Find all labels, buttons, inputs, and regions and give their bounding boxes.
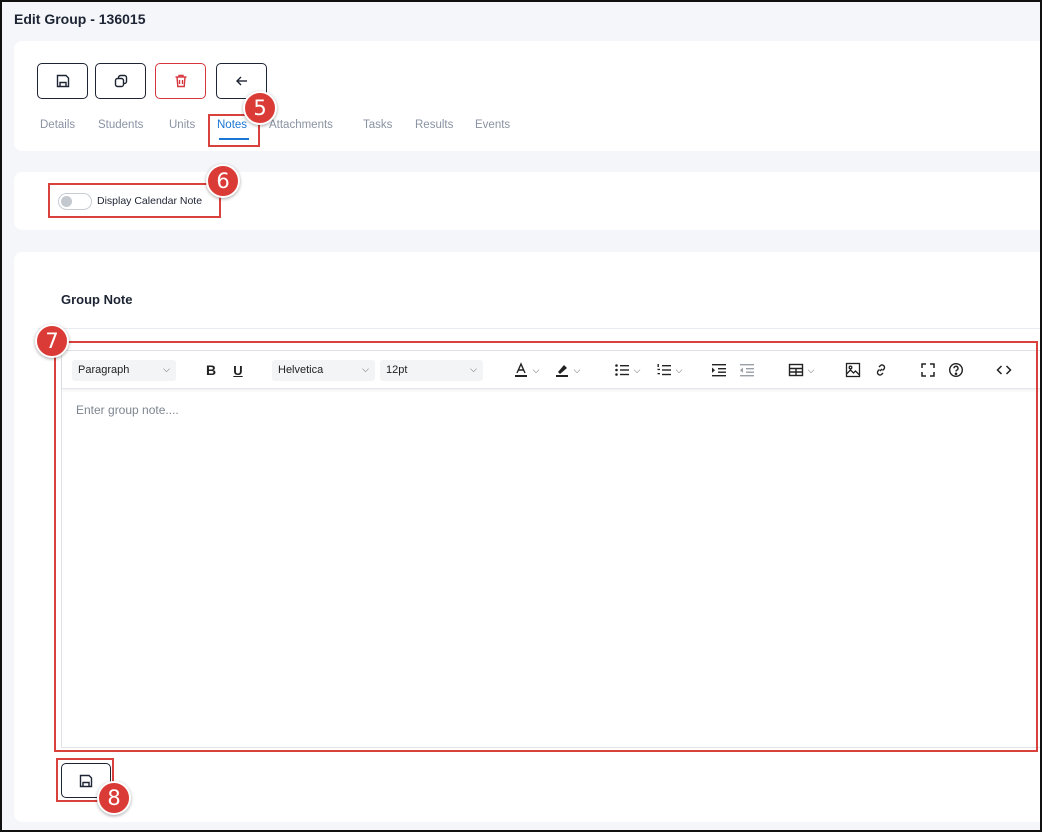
image-icon xyxy=(845,362,861,378)
tab-tasks[interactable]: Tasks xyxy=(363,119,392,131)
indent-button[interactable] xyxy=(710,360,728,380)
page-title: Edit Group - 136015 xyxy=(14,11,146,27)
callout-badge-7: 7 xyxy=(35,324,69,358)
save-button[interactable] xyxy=(37,63,88,99)
font-size-value: 12pt xyxy=(386,364,408,376)
highlight-color-button[interactable]: ⌵ xyxy=(549,360,585,380)
copy-button[interactable] xyxy=(95,63,146,99)
bold-button[interactable]: B xyxy=(202,360,220,380)
group-note-title: Group Note xyxy=(61,292,133,307)
font-size-select[interactable]: 12pt ⌵ xyxy=(380,360,483,381)
bullet-list-icon xyxy=(614,364,629,376)
fullscreen-icon xyxy=(921,363,935,377)
fullscreen-button[interactable] xyxy=(919,360,937,380)
chevron-down-icon: ⌵ xyxy=(163,364,170,374)
section-divider xyxy=(38,328,1042,329)
tab-students[interactable]: Students xyxy=(98,119,143,131)
display-calendar-note-label: Display Calendar Note xyxy=(97,195,203,207)
link-icon xyxy=(876,364,886,376)
numbered-list-icon xyxy=(657,364,671,376)
font-family-value: Helvetica xyxy=(278,364,324,376)
help-icon xyxy=(948,362,964,378)
tab-events[interactable]: Events xyxy=(475,119,510,131)
group-note-placeholder[interactable]: Enter group note.... xyxy=(76,403,179,417)
table-button[interactable]: ⌵ xyxy=(785,360,817,380)
highlighter-icon xyxy=(555,365,568,377)
chevron-down-icon: ⌵ xyxy=(470,364,477,374)
save-icon xyxy=(79,774,93,787)
display-calendar-note-toggle[interactable] xyxy=(58,193,92,210)
copy-icon xyxy=(114,74,127,88)
table-icon xyxy=(788,363,803,377)
callout-badge-5: 5 xyxy=(243,91,277,125)
trash-icon xyxy=(175,74,186,88)
chevron-down-icon: ⌵ xyxy=(675,364,683,375)
insert-link-button[interactable] xyxy=(872,360,890,380)
editor-toolbar: Paragraph ⌵ B U Helvetica ⌵ 12pt ⌵ ⌵ ⌵ ⌵… xyxy=(62,351,1041,389)
font-family-select[interactable]: Helvetica ⌵ xyxy=(272,360,375,381)
block-format-select[interactable]: Paragraph ⌵ xyxy=(72,360,176,381)
delete-button[interactable] xyxy=(155,63,206,99)
source-code-button[interactable] xyxy=(995,360,1013,380)
bullet-list-button[interactable]: ⌵ xyxy=(609,360,645,380)
tab-attachments[interactable]: Attachments xyxy=(269,119,333,131)
text-color-icon xyxy=(514,362,527,377)
chevron-down-icon: ⌵ xyxy=(532,364,540,375)
callout-badge-6: 6 xyxy=(206,164,240,198)
tab-units[interactable]: Units xyxy=(169,119,195,131)
insert-image-button[interactable] xyxy=(844,360,862,380)
outdent-button[interactable] xyxy=(738,360,756,380)
arrow-left-icon xyxy=(235,76,247,86)
tab-results[interactable]: Results xyxy=(415,119,453,131)
chevron-down-icon: ⌵ xyxy=(633,364,641,375)
numbered-list-button[interactable]: ⌵ xyxy=(651,360,687,380)
tab-notes[interactable]: Notes xyxy=(217,119,247,131)
chevron-down-icon: ⌵ xyxy=(573,364,581,375)
outdent-icon xyxy=(740,364,754,377)
code-icon xyxy=(996,365,1012,375)
rich-text-editor[interactable]: Paragraph ⌵ B U Helvetica ⌵ 12pt ⌵ ⌵ ⌵ ⌵… xyxy=(61,350,1042,748)
block-format-value: Paragraph xyxy=(78,364,130,376)
indent-icon xyxy=(712,364,726,377)
underline-button[interactable]: U xyxy=(229,360,247,380)
text-color-button[interactable]: ⌵ xyxy=(508,360,544,380)
save-icon xyxy=(56,74,69,88)
chevron-down-icon: ⌵ xyxy=(362,364,369,374)
active-tab-indicator xyxy=(219,138,249,140)
help-button[interactable] xyxy=(947,360,965,380)
tab-details[interactable]: Details xyxy=(40,119,75,131)
callout-badge-8: 8 xyxy=(97,781,131,815)
chevron-down-icon: ⌵ xyxy=(807,364,815,375)
